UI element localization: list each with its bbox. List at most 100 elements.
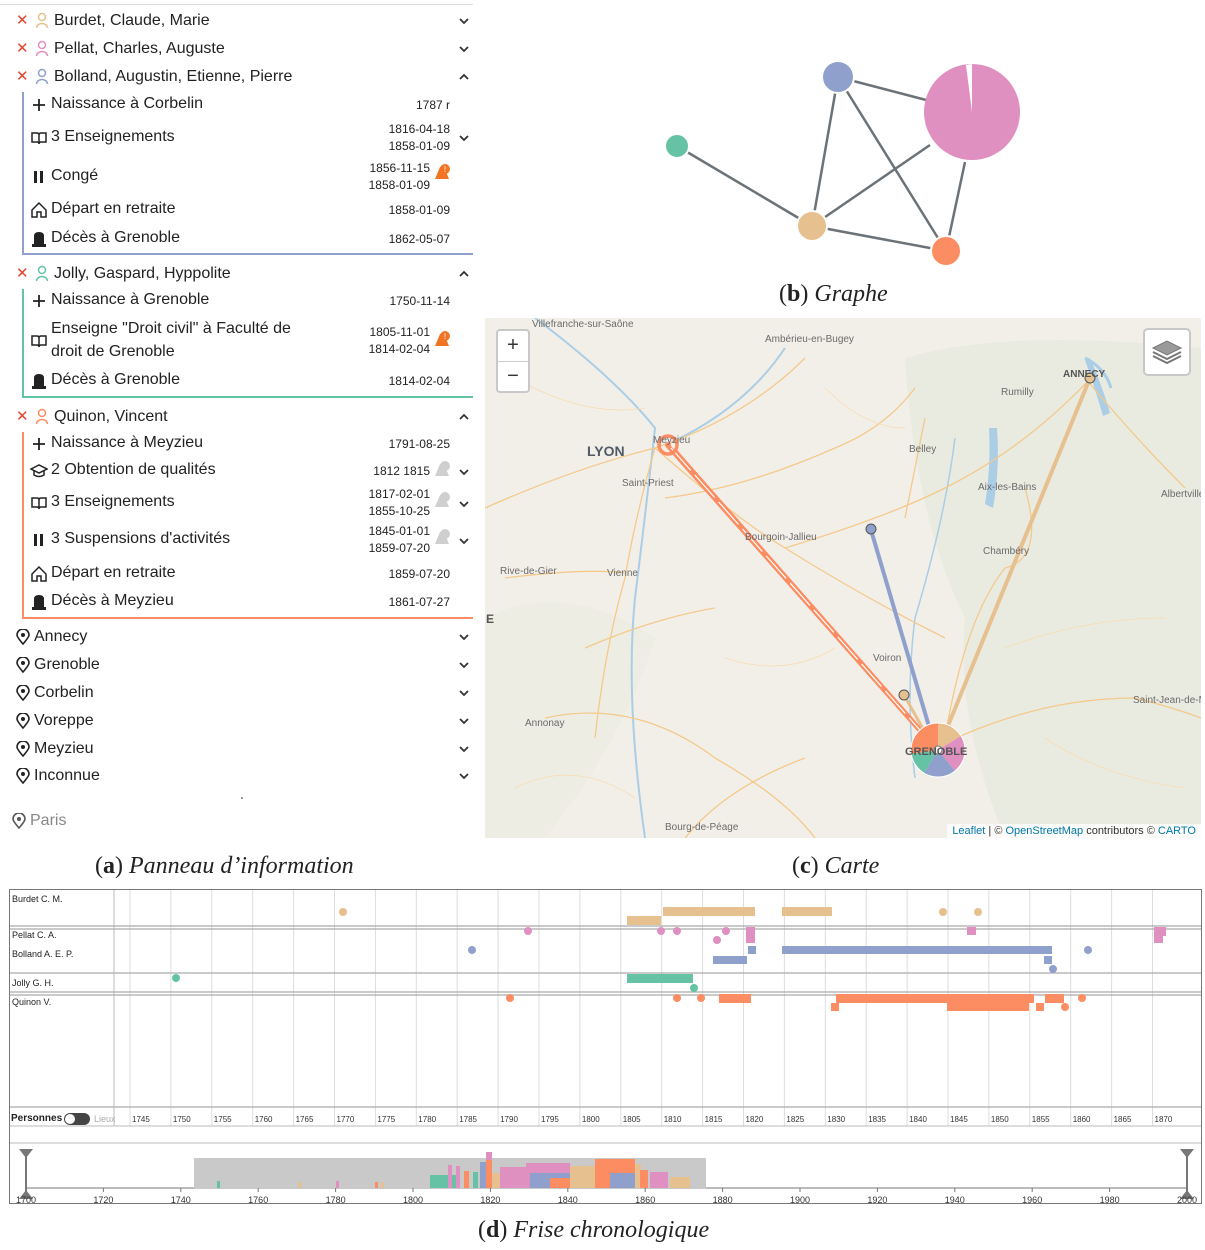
map-city-label: LYON xyxy=(587,443,625,459)
upper-tick-label: 1785 xyxy=(459,1115,477,1124)
upper-tick-label: 1840 xyxy=(909,1115,927,1124)
event-row[interactable]: Décès à Grenoble 1862-05-07 xyxy=(0,227,450,251)
remove-icon[interactable]: ✕ xyxy=(16,405,29,429)
place-row-inconnue[interactable]: Inconnue xyxy=(0,764,480,788)
person-row-bolland[interactable]: ✕ Bolland, Augustin, Etienne, Pierre xyxy=(0,65,480,89)
layers-icon xyxy=(1151,340,1183,365)
marker-corbelin xyxy=(865,523,877,535)
event-date-end: 1814-02-04 xyxy=(368,342,430,356)
zoom-out-button[interactable]: − xyxy=(498,362,528,392)
location-pin-icon xyxy=(16,768,30,784)
map-panel[interactable]: Villefranche-sur-Saône Ambérieu-en-Bugey… xyxy=(485,318,1201,838)
chevron-down-icon[interactable] xyxy=(457,709,471,733)
place-name: Annecy xyxy=(34,628,88,645)
event-date: 1862-05-07 xyxy=(388,232,450,246)
remove-icon[interactable]: ✕ xyxy=(16,37,29,61)
carto-link[interactable]: CARTO xyxy=(1158,825,1196,837)
timeline-row-bolland xyxy=(468,946,1092,973)
upper-tick-label: 1760 xyxy=(254,1115,273,1124)
event-date-start: 1805-11-01 xyxy=(369,325,431,339)
place-row-annecy[interactable]: Annecy xyxy=(0,625,480,649)
chevron-down-icon[interactable] xyxy=(457,128,471,148)
chevron-down-icon[interactable] xyxy=(457,37,471,61)
map-label: Meyzieu xyxy=(653,435,691,446)
lower-tick-label: 1960 xyxy=(1022,1195,1043,1205)
timeline-row-jolly xyxy=(172,974,698,992)
layers-button[interactable] xyxy=(1143,328,1191,376)
graph-node-jolly xyxy=(664,133,690,159)
warning-icon xyxy=(435,461,450,476)
event-row[interactable]: 3 Enseignements 1816-04-18 1858-01-09 xyxy=(0,121,450,155)
lower-tick-label: 1720 xyxy=(93,1195,114,1205)
plus-icon xyxy=(33,295,45,307)
timeline-panel[interactable]: Burdet C. M. Pellat C. A. Bolland A. E. … xyxy=(9,889,1202,1205)
chevron-down-icon[interactable] xyxy=(457,494,471,514)
timeline-row-label: Burdet C. M. xyxy=(12,894,63,904)
event-date-start: 1856-11-15 xyxy=(369,161,431,175)
place-row-grenoble[interactable]: Grenoble xyxy=(0,653,480,677)
event-label: Départ en retraite xyxy=(51,200,176,217)
place-row-voreppe[interactable]: Voreppe xyxy=(0,709,480,733)
event-row[interactable]: Décès à Grenoble 1814-02-04 xyxy=(0,369,450,393)
person-row-pellat[interactable]: ✕ Pellat, Charles, Auguste xyxy=(0,37,480,61)
leaflet-link[interactable]: Leaflet xyxy=(952,825,985,837)
upper-tick-label: 1825 xyxy=(786,1115,805,1124)
person-row-burdet[interactable]: ✕ Burdet, Claude, Marie xyxy=(0,9,480,33)
event-row[interactable]: Départ en retraite 1859-07-20 xyxy=(0,562,450,586)
upper-tick-label: 1810 xyxy=(663,1115,682,1124)
lower-tick-label: 1780 xyxy=(325,1195,346,1205)
chevron-down-icon[interactable] xyxy=(457,462,471,482)
event-row[interactable]: Départ en retraite 1858-01-09 xyxy=(0,198,450,222)
remove-icon[interactable]: ✕ xyxy=(16,65,29,89)
chevron-up-icon[interactable] xyxy=(457,65,471,89)
event-label-line2: droit de Grenoble xyxy=(51,343,175,360)
event-row[interactable]: Naissance à Grenoble 1750-11-14 xyxy=(0,289,450,313)
person-row-quinon[interactable]: ✕ Quinon, Vincent xyxy=(0,405,480,429)
graph-node-burdet xyxy=(796,210,828,242)
chevron-down-icon[interactable] xyxy=(457,653,471,677)
osm-link[interactable]: OpenStreetMap xyxy=(1005,825,1083,837)
graph-edge xyxy=(676,144,813,228)
map-label: ANNECY xyxy=(1063,369,1106,380)
chevron-down-icon[interactable] xyxy=(457,737,471,761)
upper-tick-label: 1870 xyxy=(1154,1115,1173,1124)
event-label: Naissance à Meyzieu xyxy=(51,434,204,451)
tombstone-icon xyxy=(32,232,46,247)
event-row[interactable]: Naissance à Corbelin 1787 r xyxy=(0,93,450,117)
place-name: Meyzieu xyxy=(34,740,94,757)
chevron-down-icon[interactable] xyxy=(457,764,471,788)
place-row-corbelin[interactable]: Corbelin xyxy=(0,681,480,705)
toggle-label-places: Lieux xyxy=(94,1114,116,1124)
chevron-up-icon[interactable] xyxy=(457,405,471,429)
zoom-in-button[interactable]: + xyxy=(498,331,528,362)
event-row[interactable]: Enseigne "Droit civil" à Faculté de droi… xyxy=(0,318,430,364)
timeline-row-label: Pellat C. A. xyxy=(12,930,57,940)
event-date: 1812 1815 xyxy=(373,464,430,478)
timeline-row-label: Jolly G. H. xyxy=(12,978,54,988)
event-label: Naissance à Corbelin xyxy=(51,95,204,112)
place-row-meyzieu[interactable]: Meyzieu xyxy=(0,737,480,761)
map-label: Vienne xyxy=(607,568,638,579)
place-row-paris[interactable]: Paris xyxy=(0,809,480,833)
timeline-row-label: Quinon V. xyxy=(12,997,52,1007)
chevron-up-icon[interactable] xyxy=(457,262,471,286)
remove-icon[interactable]: ✕ xyxy=(16,9,29,33)
event-row[interactable]: Décès à Meyzieu 1861-07-27 xyxy=(0,590,450,614)
event-row[interactable]: Congé 1856-11-15 1858-01-09 xyxy=(0,160,430,194)
event-date-end: 1858-01-09 xyxy=(368,178,430,192)
remove-icon[interactable]: ✕ xyxy=(16,262,29,286)
event-row[interactable]: 3 Enseignements 1817-02-01 1855-10-25 xyxy=(0,486,430,520)
person-icon xyxy=(35,408,49,425)
chevron-down-icon[interactable] xyxy=(457,531,471,551)
chevron-down-icon[interactable] xyxy=(457,625,471,649)
event-row[interactable]: 3 Suspensions d'activités 1845-01-01 185… xyxy=(0,523,430,557)
chevron-down-icon[interactable] xyxy=(457,9,471,33)
graph-node-quinon xyxy=(930,235,962,267)
person-row-jolly[interactable]: ✕ Jolly, Gaspard, Hyppolite xyxy=(0,262,480,286)
chevron-down-icon[interactable] xyxy=(457,681,471,705)
event-row[interactable]: 2 Obtention de qualités 1812 1815 xyxy=(0,459,430,483)
view-toggle[interactable] xyxy=(64,1113,90,1125)
graduation-cap-icon xyxy=(30,464,48,478)
event-row[interactable]: Naissance à Meyzieu 1791-08-25 xyxy=(0,432,450,456)
warning-icon xyxy=(435,529,450,544)
